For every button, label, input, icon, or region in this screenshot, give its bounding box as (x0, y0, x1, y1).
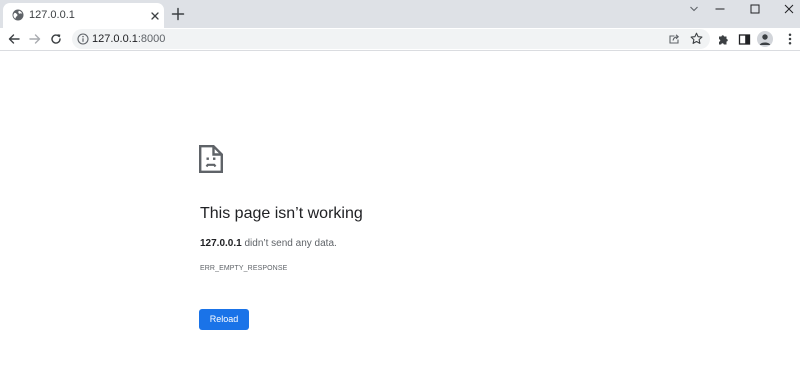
forward-arrow-icon (29, 34, 41, 44)
browser-tab[interactable]: 127.0.0.1 (3, 3, 164, 28)
tab-title: 127.0.0.1 (29, 9, 75, 21)
globe-icon (12, 9, 24, 21)
minimize-icon (715, 8, 725, 10)
error-host: 127.0.0.1 (200, 238, 242, 249)
error-message: didn’t send any data. (241, 238, 337, 249)
more-vertical-icon (788, 33, 792, 45)
error-description: 127.0.0.1 didn’t send any data. (200, 237, 337, 250)
browser-toolbar: 127.0.0.1:8000 (0, 28, 800, 51)
maximize-icon (750, 4, 760, 14)
url-text: 127.0.0.1:8000 (92, 32, 165, 46)
bookmark-star-icon[interactable] (690, 32, 703, 45)
tab-strip: 127.0.0.1 (0, 0, 800, 28)
url-port: :8000 (137, 33, 166, 45)
close-window-icon (784, 4, 794, 14)
puzzle-piece-icon (718, 34, 728, 44)
address-bar[interactable]: 127.0.0.1:8000 (72, 29, 710, 49)
info-icon[interactable] (77, 33, 89, 45)
chevron-down-icon (690, 6, 698, 12)
profile-avatar[interactable] (757, 31, 773, 47)
side-panel-icon (738, 33, 750, 45)
person-icon (759, 34, 771, 45)
reload-button[interactable]: Reload (199, 309, 249, 330)
side-panel-button[interactable] (737, 32, 751, 46)
back-button[interactable] (7, 32, 21, 46)
menu-button[interactable] (783, 32, 797, 46)
error-code: ERR_EMPTY_RESPONSE (200, 265, 288, 272)
close-icon[interactable] (149, 10, 161, 22)
extensions-button[interactable] (716, 32, 730, 46)
reload-toolbar-button[interactable] (49, 32, 63, 46)
share-icon[interactable] (668, 33, 680, 45)
forward-button[interactable] (28, 32, 42, 46)
back-arrow-icon (8, 34, 20, 44)
error-title: This page isn’t working (200, 205, 363, 222)
refresh-icon (51, 34, 61, 44)
tab-search-button[interactable] (683, 1, 705, 17)
minimize-button[interactable] (709, 1, 731, 17)
new-tab-icon[interactable] (171, 7, 185, 21)
maximize-button[interactable] (744, 1, 766, 17)
sad-document-icon (199, 145, 223, 173)
url-host: 127.0.0.1 (92, 33, 138, 45)
close-window-button[interactable] (778, 1, 800, 17)
